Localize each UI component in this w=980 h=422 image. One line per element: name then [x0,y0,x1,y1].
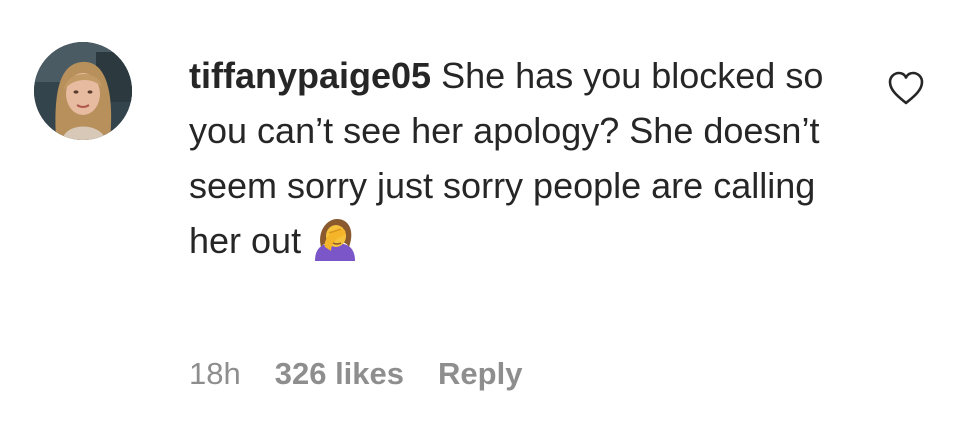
comment: tiffanypaige05 She has you blocked so yo… [0,0,980,422]
avatar-image [34,42,132,140]
comment-meta: 18h 326 likes Reply [189,356,556,392]
comment-text-block: tiffanypaige05 She has you blocked so yo… [189,48,849,268]
comment-body: tiffanypaige05 She has you blocked so yo… [189,48,849,268]
comment-likes-count[interactable]: 326 likes [275,356,404,391]
reply-button[interactable]: Reply [438,356,522,391]
comment-username[interactable]: tiffanypaige05 [189,55,431,96]
avatar[interactable] [34,42,132,140]
woman-facepalming-icon [315,219,356,261]
heart-outline-icon[interactable] [887,70,925,106]
comment-timestamp[interactable]: 18h [189,356,241,391]
